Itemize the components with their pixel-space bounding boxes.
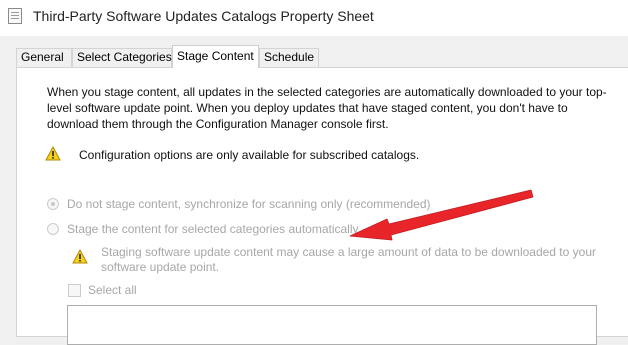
- tab-stage-content[interactable]: Stage Content: [172, 45, 259, 68]
- red-arrow-annotation: [349, 189, 534, 241]
